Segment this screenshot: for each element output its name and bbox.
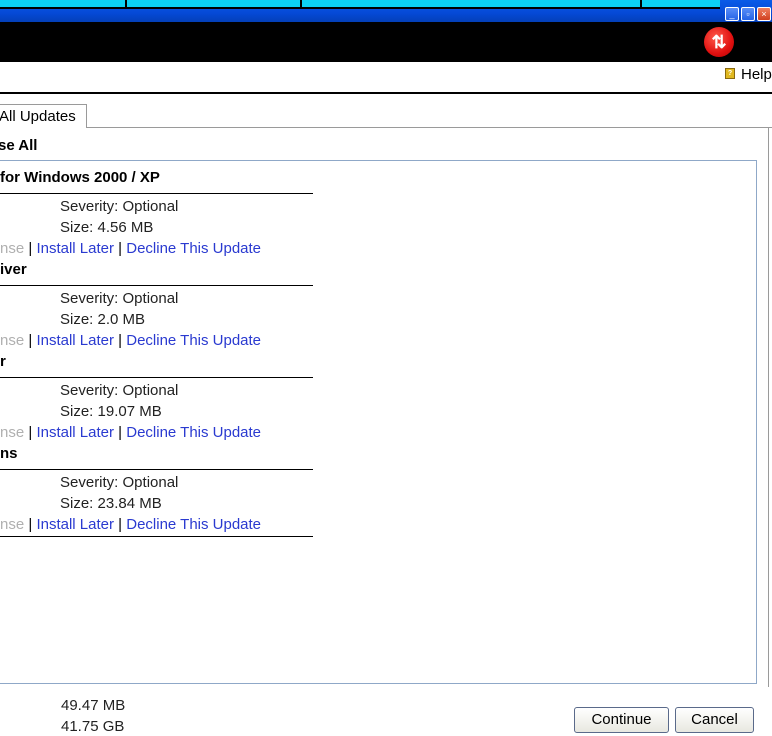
minimize-button[interactable]: _ [725,7,739,21]
help-icon: ? [725,68,735,79]
update-actions: nse | Install Later | Decline This Updat… [0,332,262,349]
close-button[interactable]: × [757,7,771,21]
decline-update-link[interactable]: Decline This Update [126,332,261,349]
decline-update-link[interactable]: Decline This Update [126,424,261,441]
license-link: nse [0,332,25,349]
update-size: Size: 23.84 MB [60,495,162,512]
update-arrows-icon: ⇅ [704,27,734,57]
install-later-link[interactable]: Install Later [36,516,114,533]
update-actions: nse | Install Later | Decline This Updat… [0,424,262,441]
title-tick [125,0,127,7]
update-name[interactable]: for Windows 2000 / XP [0,166,160,190]
tab-divider [87,127,772,128]
update-name[interactable]: ns [0,442,18,466]
update-actions: nse | Install Later | Decline This Updat… [0,240,262,257]
total-download-size: 49.47 MB [61,697,126,714]
update-severity: Severity: Optional [60,382,179,399]
divider [0,285,313,286]
free-disk-space: 41.75 GB [61,718,125,735]
title-progress-strip [0,0,720,9]
divider [0,377,313,378]
collapse-all-link[interactable]: se All [0,137,37,154]
restore-button[interactable]: ▫ [741,7,755,21]
cancel-button[interactable]: Cancel [675,707,754,733]
update-size: Size: 2.0 MB [60,311,146,328]
update-size: Size: 4.56 MB [60,219,154,236]
decline-update-link[interactable]: Decline This Update [126,240,261,257]
decline-update-link[interactable]: Decline This Update [126,516,261,533]
update-severity: Severity: Optional [60,474,179,491]
help-row [0,62,772,94]
license-link: nse [0,424,25,441]
install-later-link[interactable]: Install Later [36,424,114,441]
install-later-link[interactable]: Install Later [36,332,114,349]
update-severity: Severity: Optional [60,290,179,307]
update-name[interactable]: iver [0,258,27,282]
divider [0,536,313,537]
title-tick [300,0,302,7]
tab-all-updates[interactable]: All Updates [0,104,87,128]
divider [0,193,313,194]
window-titlebar: _ ▫ × [0,0,772,22]
continue-button[interactable]: Continue [574,707,669,733]
divider [0,469,313,470]
update-severity: Severity: Optional [60,198,179,215]
install-later-link[interactable]: Install Later [36,240,114,257]
license-link: nse [0,240,25,257]
help-link[interactable]: Help [741,66,772,83]
title-tick [640,0,642,7]
updates-list: for Windows 2000 / XP Severity: Optional… [0,160,757,684]
update-actions: nse | Install Later | Decline This Updat… [0,516,262,533]
header-bar [0,22,772,62]
update-name[interactable]: r [0,350,6,374]
license-link: nse [0,516,25,533]
update-size: Size: 19.07 MB [60,403,162,420]
panel-edge [768,127,769,687]
